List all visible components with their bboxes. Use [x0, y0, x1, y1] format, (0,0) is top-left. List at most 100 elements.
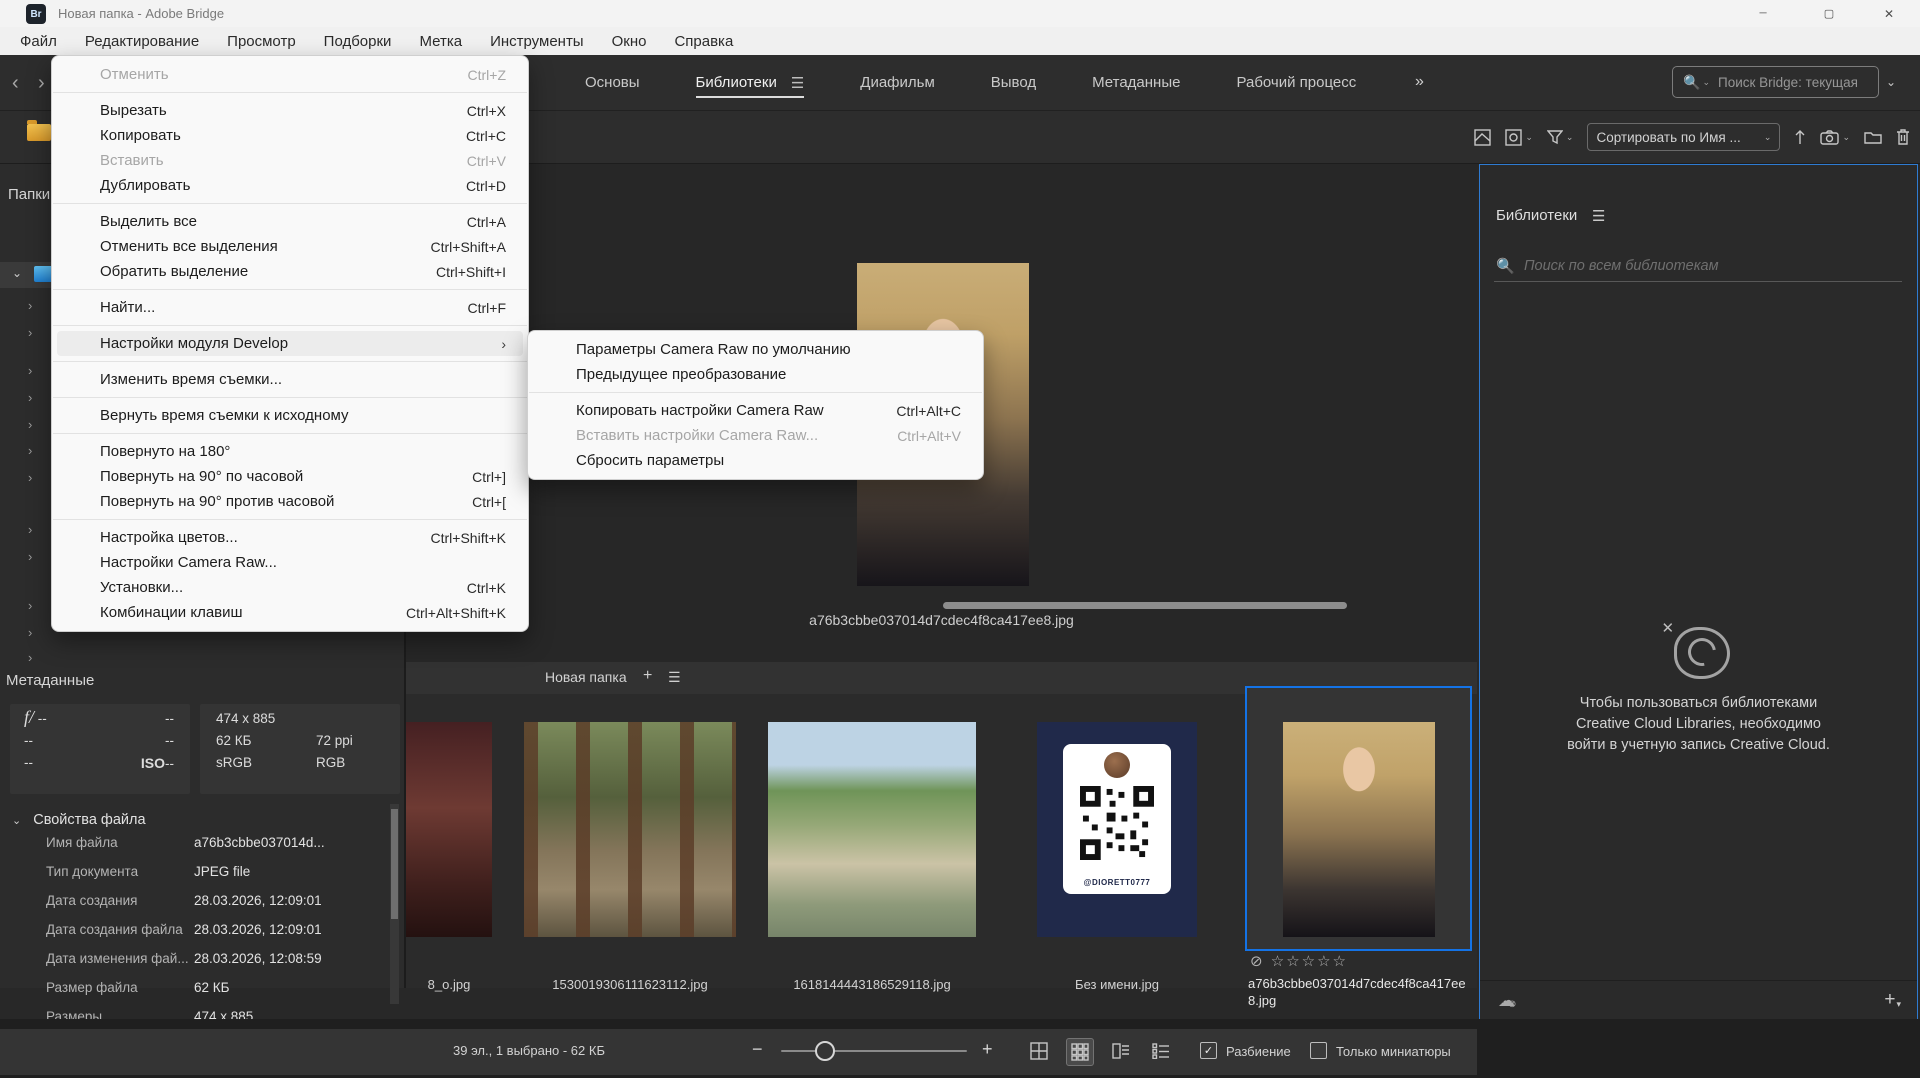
- tree-collapse-chevron-icon[interactable]: ›: [28, 417, 32, 432]
- thumbnail-cell-5[interactable]: ⊘ ☆☆☆☆☆a76b3cbbe037014d7cdec4f8ca417ee8.…: [1248, 694, 1469, 988]
- metadata-scrollbar[interactable]: [390, 804, 399, 1004]
- property-value[interactable]: JPEG file: [194, 864, 250, 879]
- thumbnail-cell-3[interactable]: 1618144443186529118.jpg: [761, 694, 983, 988]
- libraries-search-input[interactable]: 🔍 Поиск по всем библиотекам: [1494, 253, 1902, 282]
- edit-menu-item-14[interactable]: Настройки модуля Develop›: [57, 331, 523, 356]
- edit-menu-item-20[interactable]: Повернуто на 180°: [52, 439, 528, 464]
- bridge-search-input[interactable]: 🔍 ⌄ Поиск Bridge: текущая: [1672, 66, 1879, 98]
- menubar-item-3[interactable]: Просмотр: [213, 27, 310, 55]
- tree-collapse-chevron-icon[interactable]: ›: [28, 598, 32, 613]
- edit-menu-item-8[interactable]: Выделить всеCtrl+A: [52, 209, 528, 234]
- edit-menu-item-6[interactable]: ДублироватьCtrl+D: [52, 173, 528, 198]
- thumbnail-cell-4[interactable]: @DIORETT0777Без имени.jpg: [1006, 694, 1228, 988]
- property-value[interactable]: 28.03.2026, 12:09:01: [194, 922, 322, 937]
- tab-5[interactable]: Метаданные: [1092, 55, 1180, 110]
- menubar-item-5[interactable]: Метка: [405, 27, 476, 55]
- thumbnail-filename[interactable]: 1618144443186529118.jpg: [761, 977, 983, 992]
- menubar-item-8[interactable]: Справка: [660, 27, 747, 55]
- tab-3[interactable]: Диафильм: [860, 55, 934, 110]
- zoom-in-icon[interactable]: +: [982, 1039, 993, 1060]
- import-from-camera-icon[interactable]: ⌄: [1820, 130, 1850, 145]
- maximize-button[interactable]: [1806, 0, 1852, 27]
- lock-grid-view-icon[interactable]: [1026, 1038, 1052, 1064]
- thumbnail-filename[interactable]: Без имени.jpg: [1006, 977, 1228, 992]
- quality-thumbnail-icon[interactable]: [1474, 129, 1491, 146]
- thumbnail-image[interactable]: [768, 722, 976, 937]
- thumbnail-view-icon[interactable]: [1066, 1038, 1094, 1066]
- thumbnail-filename[interactable]: a76b3cbbe037014d7cdec4f8ca417ee8.jpg: [1248, 975, 1469, 1009]
- thumbnail-filename[interactable]: 8_o.jpg: [406, 977, 492, 992]
- horizontal-scrollbar[interactable]: [406, 602, 1477, 610]
- tree-collapse-chevron-icon[interactable]: ›: [28, 522, 32, 537]
- menubar-item-4[interactable]: Подборки: [310, 27, 406, 55]
- metadata-panel-tab[interactable]: Метаданные: [6, 672, 94, 689]
- search-dropdown-chevron-icon[interactable]: ⌄: [1886, 75, 1896, 89]
- edit-menu-item-26[interactable]: Установки...Ctrl+K: [52, 575, 528, 600]
- menubar-item-1[interactable]: Файл: [6, 27, 71, 55]
- camera-raw-item-4[interactable]: Копировать настройки Camera RawCtrl+Alt+…: [528, 398, 983, 423]
- thumbnail-image[interactable]: @DIORETT0777: [1037, 722, 1197, 937]
- libraries-menu-icon[interactable]: ☰: [1592, 207, 1605, 225]
- menubar-item-6[interactable]: Инструменты: [476, 27, 598, 55]
- menubar-item-7[interactable]: Окно: [598, 27, 661, 55]
- panel-menu-icon[interactable]: ☰: [668, 669, 681, 686]
- folders-panel-tab[interactable]: Папки: [8, 186, 50, 203]
- new-folder-icon[interactable]: [1864, 130, 1882, 144]
- property-value[interactable]: 62 КБ: [194, 980, 230, 995]
- add-icon[interactable]: +: [643, 667, 652, 685]
- thumbnails-only-checkbox[interactable]: [1310, 1042, 1327, 1059]
- add-library-button[interactable]: +▾: [1884, 989, 1901, 1011]
- tabs-overflow-icon[interactable]: »: [1415, 73, 1422, 91]
- edit-menu-item-22[interactable]: Повернуть на 90° против часовойCtrl+[: [52, 489, 528, 514]
- rating-row[interactable]: ⊘ ☆☆☆☆☆: [1250, 952, 1348, 970]
- edit-menu-item-4[interactable]: КопироватьCtrl+C: [52, 123, 528, 148]
- details-view-icon[interactable]: [1108, 1038, 1134, 1064]
- delete-trash-icon[interactable]: [1896, 129, 1910, 145]
- list-view-icon[interactable]: [1148, 1038, 1174, 1064]
- camera-raw-item-2[interactable]: Предыдущее преобразование: [528, 362, 983, 387]
- tree-collapse-chevron-icon[interactable]: ›: [28, 363, 32, 378]
- split-checkbox[interactable]: ✓: [1200, 1042, 1217, 1059]
- edit-menu-item-16[interactable]: Изменить время съемки...: [52, 367, 528, 392]
- close-button[interactable]: [1866, 0, 1912, 27]
- edit-menu-item-24[interactable]: Настройка цветов...Ctrl+Shift+K: [52, 525, 528, 550]
- minimize-button[interactable]: [1740, 0, 1786, 27]
- property-value[interactable]: 28.03.2026, 12:08:59: [194, 951, 322, 966]
- thumbnail-cell-1[interactable]: 8_o.jpg: [406, 694, 492, 988]
- zoom-out-icon[interactable]: −: [752, 1039, 763, 1060]
- edit-menu-item-12[interactable]: Найти...Ctrl+F: [52, 295, 528, 320]
- back-arrow-icon[interactable]: ‹: [12, 73, 19, 93]
- favorites-folder-icon[interactable]: [27, 124, 51, 141]
- tab-2[interactable]: Библиотеки☰: [696, 55, 805, 110]
- edit-menu-item-21[interactable]: Повернуть на 90° по часовойCtrl+]: [52, 464, 528, 489]
- thumbnail-cell-2[interactable]: 1530019306111623112.jpg: [516, 694, 744, 988]
- camera-raw-item-6[interactable]: Сбросить параметры: [528, 448, 983, 473]
- tree-collapse-chevron-icon[interactable]: ›: [28, 549, 32, 564]
- sort-dropdown[interactable]: Сортировать по Имя ... ⌄: [1587, 123, 1780, 151]
- edit-menu-item-3[interactable]: ВырезатьCtrl+X: [52, 98, 528, 123]
- tree-collapse-chevron-icon[interactable]: ›: [28, 325, 32, 340]
- chevron-expanded-icon[interactable]: ⌄: [12, 266, 22, 280]
- thumbnail-size-slider-knob[interactable]: [815, 1041, 835, 1061]
- tab-menu-icon[interactable]: ☰: [791, 74, 804, 92]
- tree-collapse-chevron-icon[interactable]: ›: [28, 390, 32, 405]
- tab-6[interactable]: Рабочий процесс: [1236, 55, 1356, 110]
- forward-arrow-icon[interactable]: ›: [38, 73, 45, 93]
- thumbnail-filename[interactable]: 1530019306111623112.jpg: [516, 977, 744, 992]
- tree-collapse-chevron-icon[interactable]: ›: [28, 650, 32, 665]
- edit-menu-item-10[interactable]: Обратить выделениеCtrl+Shift+I: [52, 259, 528, 284]
- filter-icon[interactable]: ⌄: [1547, 130, 1574, 145]
- no-rating-icon[interactable]: ⊘: [1250, 953, 1271, 970]
- tab-4[interactable]: Вывод: [991, 55, 1036, 110]
- property-value[interactable]: 28.03.2026, 12:09:01: [194, 893, 322, 908]
- tree-collapse-chevron-icon[interactable]: ›: [28, 443, 32, 458]
- edit-menu-item-9[interactable]: Отменить все выделенияCtrl+Shift+A: [52, 234, 528, 259]
- property-value[interactable]: a76b3cbbe037014d...: [194, 835, 325, 850]
- thumbnail-size-slider-track[interactable]: [781, 1050, 967, 1052]
- tree-collapse-chevron-icon[interactable]: ›: [28, 470, 32, 485]
- file-properties-header[interactable]: ⌄ Свойства файла: [0, 812, 390, 828]
- camera-raw-item-1[interactable]: Параметры Camera Raw по умолчанию: [528, 337, 983, 362]
- edit-menu-item-27[interactable]: Комбинации клавишCtrl+Alt+Shift+K: [52, 600, 528, 625]
- menubar-item-2[interactable]: Редактирование: [71, 27, 213, 55]
- sort-direction-icon[interactable]: [1794, 129, 1806, 145]
